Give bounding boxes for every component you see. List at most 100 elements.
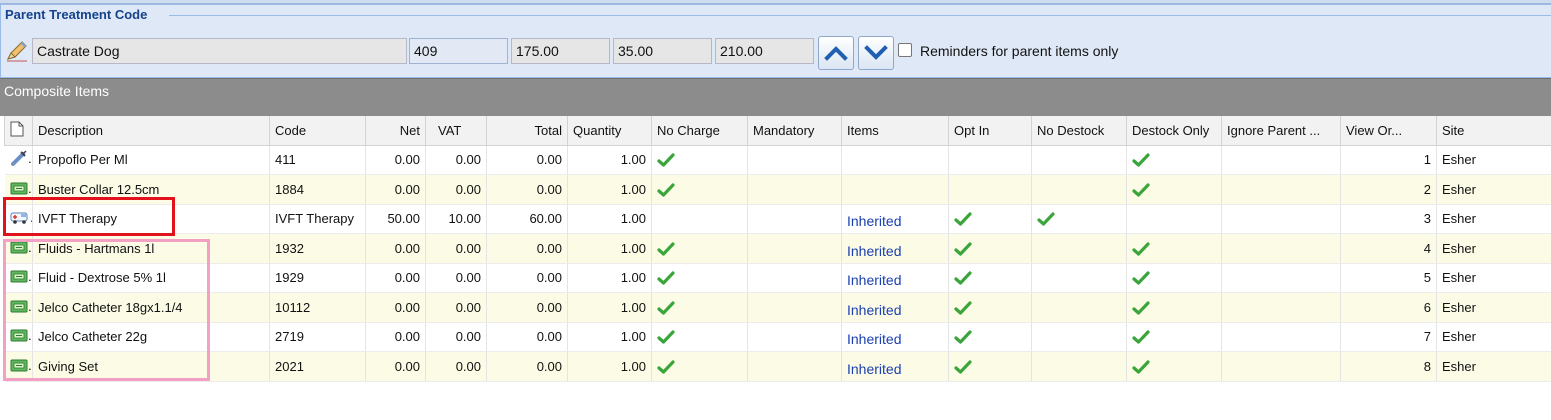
opt-in-cell[interactable] xyxy=(948,204,1032,234)
pencil-edit-icon[interactable] xyxy=(5,39,29,63)
no-destock-cell[interactable] xyxy=(1031,292,1127,323)
table-row[interactable]: Jelco Catheter 18gx1.1/4 10112 0.00 0.00 0.0… xyxy=(4,292,1551,323)
destock-only-cell[interactable] xyxy=(1126,233,1222,264)
total-cell[interactable]: 0.00 xyxy=(486,292,568,323)
description-cell[interactable]: Buster Collar 12.5cm xyxy=(32,174,270,205)
parent-code-field[interactable]: 409 xyxy=(409,38,508,64)
code-cell[interactable]: 411 xyxy=(269,145,366,175)
view-order-cell[interactable]: 8 xyxy=(1340,351,1437,382)
vat-cell[interactable]: 0.00 xyxy=(425,351,487,382)
mandatory-cell[interactable] xyxy=(747,233,842,264)
net-cell[interactable]: 50.00 xyxy=(365,204,426,234)
column-header-mandatory[interactable]: Mandatory xyxy=(747,116,842,146)
destock-only-cell[interactable] xyxy=(1126,174,1222,205)
column-header-ignore-parent[interactable]: Ignore Parent ... xyxy=(1221,116,1341,146)
no-destock-cell[interactable] xyxy=(1031,204,1127,234)
no-charge-cell[interactable] xyxy=(651,233,748,264)
total-cell[interactable]: 0.00 xyxy=(486,351,568,382)
column-header-net[interactable]: Net xyxy=(365,116,426,146)
destock-only-cell[interactable] xyxy=(1126,292,1222,323)
parent-net-field[interactable]: 175.00 xyxy=(511,38,610,64)
description-cell[interactable]: Propoflo Per Ml xyxy=(32,145,270,175)
no-destock-cell[interactable] xyxy=(1031,233,1127,264)
items-cell[interactable]: Inherited xyxy=(841,263,949,293)
code-cell[interactable]: IVFT Therapy xyxy=(269,204,366,234)
no-charge-cell[interactable] xyxy=(651,174,748,205)
ignore-parent-cell[interactable] xyxy=(1221,351,1341,382)
opt-in-cell[interactable] xyxy=(948,351,1032,382)
site-cell[interactable]: Esher xyxy=(1436,292,1551,323)
vat-cell[interactable]: 0.00 xyxy=(425,322,487,352)
total-cell[interactable]: 0.00 xyxy=(486,322,568,352)
no-destock-cell[interactable] xyxy=(1031,263,1127,293)
code-cell[interactable]: 2021 xyxy=(269,351,366,382)
column-header-site[interactable]: Site xyxy=(1436,116,1551,146)
ignore-parent-cell[interactable] xyxy=(1221,204,1341,234)
total-cell[interactable]: 0.00 xyxy=(486,233,568,264)
code-cell[interactable]: 1932 xyxy=(269,233,366,264)
opt-in-cell[interactable] xyxy=(948,322,1032,352)
no-charge-cell[interactable] xyxy=(651,322,748,352)
ignore-parent-cell[interactable] xyxy=(1221,145,1341,175)
table-row[interactable]: Propoflo Per Ml 411 0.00 0.00 0.00 1.00 1 Esher xyxy=(4,145,1551,175)
vat-cell[interactable]: 10.00 xyxy=(425,204,487,234)
ignore-parent-cell[interactable] xyxy=(1221,292,1341,323)
destock-only-cell[interactable] xyxy=(1126,322,1222,352)
mandatory-cell[interactable] xyxy=(747,145,842,175)
no-destock-cell[interactable] xyxy=(1031,145,1127,175)
parent-total-field[interactable]: 210.00 xyxy=(715,38,814,64)
no-charge-cell[interactable] xyxy=(651,204,748,234)
no-charge-cell[interactable] xyxy=(651,145,748,175)
column-header-items[interactable]: Items xyxy=(841,116,949,146)
view-order-cell[interactable]: 3 xyxy=(1340,204,1437,234)
items-cell[interactable]: Inherited xyxy=(841,204,949,234)
view-order-cell[interactable]: 5 xyxy=(1340,263,1437,293)
no-charge-cell[interactable] xyxy=(651,263,748,293)
move-up-button[interactable] xyxy=(818,36,854,70)
ignore-parent-cell[interactable] xyxy=(1221,263,1341,293)
site-cell[interactable]: Esher xyxy=(1436,145,1551,175)
total-cell[interactable]: 0.00 xyxy=(486,263,568,293)
vat-cell[interactable]: 0.00 xyxy=(425,145,487,175)
column-header-quantity[interactable]: Quantity xyxy=(567,116,652,146)
mandatory-cell[interactable] xyxy=(747,263,842,293)
opt-in-cell[interactable] xyxy=(948,233,1032,264)
quantity-cell[interactable]: 1.00 xyxy=(567,204,652,234)
view-order-cell[interactable]: 2 xyxy=(1340,174,1437,205)
total-cell[interactable]: 60.00 xyxy=(486,204,568,234)
quantity-cell[interactable]: 1.00 xyxy=(567,145,652,175)
items-cell[interactable]: Inherited xyxy=(841,292,949,323)
column-header-opt-in[interactable]: Opt In xyxy=(948,116,1032,146)
site-cell[interactable]: Esher xyxy=(1436,263,1551,293)
no-charge-cell[interactable] xyxy=(651,351,748,382)
description-cell[interactable]: IVFT Therapy xyxy=(32,204,270,234)
total-cell[interactable]: 0.00 xyxy=(486,174,568,205)
code-cell[interactable]: 1929 xyxy=(269,263,366,293)
description-cell[interactable]: Jelco Catheter 22g xyxy=(32,322,270,352)
items-cell[interactable]: Inherited xyxy=(841,233,949,264)
description-cell[interactable]: Giving Set xyxy=(32,351,270,382)
ignore-parent-cell[interactable] xyxy=(1221,233,1341,264)
quantity-cell[interactable]: 1.00 xyxy=(567,263,652,293)
quantity-cell[interactable]: 1.00 xyxy=(567,351,652,382)
view-order-cell[interactable]: 1 xyxy=(1340,145,1437,175)
site-cell[interactable]: Esher xyxy=(1436,233,1551,264)
ignore-parent-cell[interactable] xyxy=(1221,322,1341,352)
mandatory-cell[interactable] xyxy=(747,292,842,323)
description-cell[interactable]: Jelco Catheter 18gx1.1/4 xyxy=(32,292,270,323)
mandatory-cell[interactable] xyxy=(747,174,842,205)
opt-in-cell[interactable] xyxy=(948,263,1032,293)
vat-cell[interactable]: 0.00 xyxy=(425,263,487,293)
site-cell[interactable]: Esher xyxy=(1436,351,1551,382)
parent-vat-field[interactable]: 35.00 xyxy=(613,38,712,64)
opt-in-cell[interactable] xyxy=(948,145,1032,175)
quantity-cell[interactable]: 1.00 xyxy=(567,322,652,352)
quantity-cell[interactable]: 1.00 xyxy=(567,292,652,323)
view-order-cell[interactable]: 6 xyxy=(1340,292,1437,323)
table-row[interactable]: IVFT Therapy IVFT Therapy 50.00 10.00 60.00 1… xyxy=(4,204,1551,234)
description-cell[interactable]: Fluids - Hartmans 1l xyxy=(32,233,270,264)
vat-cell[interactable]: 0.00 xyxy=(425,174,487,205)
total-cell[interactable]: 0.00 xyxy=(486,145,568,175)
column-header-description[interactable]: Description xyxy=(32,116,270,146)
code-cell[interactable]: 2719 xyxy=(269,322,366,352)
